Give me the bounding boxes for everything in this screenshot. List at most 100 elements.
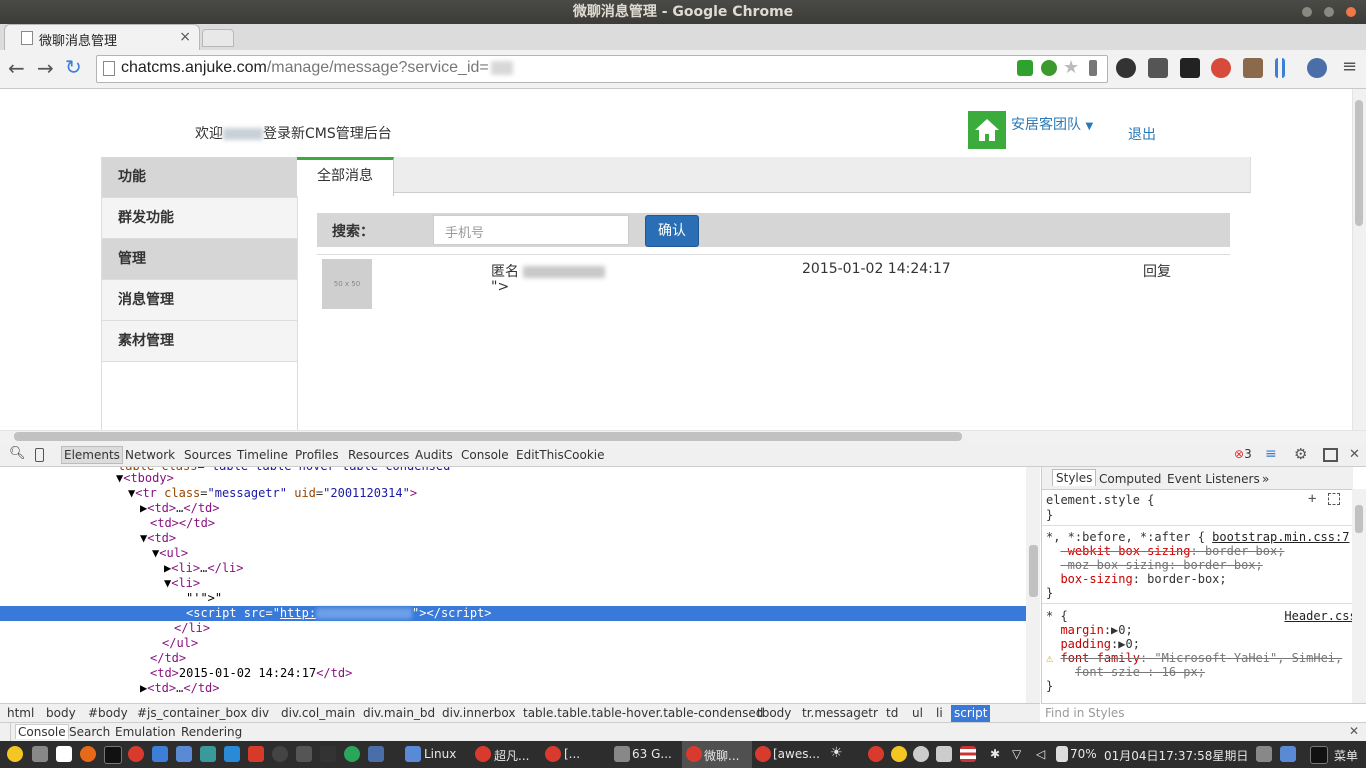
elements-tree[interactable]: table class="table table-hover table-con… (0, 467, 1026, 703)
taskbar-item-linux[interactable]: Linux (424, 747, 456, 761)
add-rule-icon[interactable]: + (1308, 491, 1316, 507)
tree-node[interactable]: ▼<tbody> (116, 471, 174, 486)
console-drawer-icon[interactable]: ≡ (1265, 446, 1277, 462)
sidebar-item-mass-send[interactable]: 群发功能 (102, 198, 297, 239)
tab-event-listeners[interactable]: Event Listeners (1167, 472, 1260, 486)
user-tray-icon[interactable] (913, 746, 929, 762)
tree-node[interactable]: ▼<li> (164, 576, 200, 591)
style-rule[interactable]: *, *:before, *:after { bootstrap.min.css… (1046, 530, 1349, 544)
extension-icon[interactable] (1243, 58, 1263, 78)
menu-button[interactable]: 菜单 (1334, 747, 1358, 764)
app-icon[interactable] (368, 746, 384, 762)
logout-link[interactable]: 退出 (1128, 124, 1156, 144)
volume-icon[interactable]: ◁ (1036, 747, 1045, 761)
tab-timeline[interactable]: Timeline (237, 448, 288, 462)
breadcrumb-item[interactable]: div (251, 706, 269, 720)
bookmark-star-icon[interactable]: ★ (1063, 57, 1079, 78)
extension-icon[interactable] (1148, 58, 1168, 78)
close-window-button[interactable] (1346, 7, 1356, 17)
taskbar-item-active[interactable]: 微聊... (704, 747, 739, 764)
breadcrumb-item[interactable]: div.col_main (281, 706, 355, 720)
sidebar-item-messages[interactable]: 消息管理 (102, 280, 297, 321)
drawer-tab-rendering[interactable]: Rendering (181, 725, 242, 739)
menu-icon[interactable]: ≡ (1342, 56, 1357, 77)
drawer-tab-console[interactable]: Console (15, 724, 69, 739)
us-flag-icon[interactable] (960, 746, 976, 762)
chrome-tray-icon[interactable] (868, 746, 884, 762)
tab-editthiscookie[interactable]: EditThisCookie (516, 448, 605, 462)
tree-node[interactable]: ▼<ul> (152, 546, 188, 561)
tree-node[interactable]: <td></td> (150, 516, 215, 531)
drawer-tab-emulation[interactable]: Emulation (115, 725, 176, 739)
tab-resources[interactable]: Resources (348, 448, 409, 462)
battery-icon[interactable] (1056, 746, 1068, 762)
settings-gear-icon[interactable]: ⚙ (1294, 445, 1307, 463)
taskbar-item-app[interactable]: 63 G... (632, 747, 672, 761)
folder-icon[interactable] (176, 746, 192, 762)
breadcrumb-item-selected[interactable]: script (951, 705, 991, 722)
app-icon[interactable] (200, 746, 216, 762)
app-icon[interactable] (320, 746, 336, 762)
breadcrumb-item[interactable]: #js_container_box (137, 706, 247, 720)
find-in-styles-input[interactable]: Find in Styles (1041, 703, 1366, 723)
breadcrumb-item[interactable]: li (936, 706, 943, 720)
chrome-icon[interactable] (128, 746, 144, 762)
grammar-extension-icon[interactable] (1041, 60, 1057, 76)
tree-node[interactable]: <td>2015-01-02 14:24:17</td> (150, 666, 352, 681)
tab-network[interactable]: Network (125, 448, 175, 462)
wifi-icon[interactable]: ▽ (1012, 747, 1021, 761)
app-icon[interactable] (224, 746, 240, 762)
breadcrumb-item[interactable]: td (886, 706, 898, 720)
app-icon[interactable] (296, 746, 312, 762)
app-icon[interactable] (344, 746, 360, 762)
breadcrumb-item[interactable]: #body (88, 706, 128, 720)
breadcrumb-item[interactable]: div.main_bd (363, 706, 435, 720)
start-menu-icon[interactable] (7, 746, 23, 762)
tree-node[interactable]: ▶<td>…</td> (140, 501, 220, 516)
home-icon[interactable] (968, 111, 1006, 149)
device-mode-icon[interactable] (35, 448, 44, 462)
tab-elements[interactable]: Elements (61, 446, 123, 464)
brightness-icon[interactable]: ☀ (830, 745, 843, 761)
style-rule[interactable]: * { Header.css:1 (1046, 609, 1353, 623)
forward-icon[interactable]: → (37, 56, 54, 80)
tree-node[interactable]: </ul> (162, 636, 198, 651)
tree-node[interactable]: ▼<td> (140, 531, 176, 546)
dock-icon[interactable] (1323, 448, 1338, 462)
tab-computed[interactable]: Computed (1099, 472, 1161, 486)
drawer-tab-search[interactable]: Search (69, 725, 110, 739)
firefox-icon[interactable] (80, 746, 96, 762)
tree-node[interactable]: ▼<tr class="messagetr" uid="2001120314"> (128, 486, 417, 501)
team-dropdown[interactable]: 安居客团队 ▼ (1011, 114, 1093, 134)
breadcrumb-item[interactable]: body (46, 706, 76, 720)
error-count[interactable]: ⊗3 (1234, 447, 1252, 461)
close-drawer-icon[interactable]: ✕ (1349, 724, 1359, 738)
tree-node[interactable]: ▶<td>…</td> (140, 681, 220, 696)
tab-console[interactable]: Console (461, 448, 509, 462)
new-tab-button[interactable] (202, 29, 234, 47)
apps-grid-icon[interactable] (56, 746, 72, 762)
tab-sources[interactable]: Sources (184, 448, 231, 462)
taskbar-item-chrome-1[interactable]: 超凡... (494, 747, 529, 764)
terminal-icon[interactable] (104, 746, 122, 764)
app-icon[interactable] (248, 746, 264, 762)
page-action-icon[interactable] (1089, 60, 1097, 76)
address-bar[interactable]: chatcms.anjuke.com/manage/message?servic… (96, 55, 1108, 83)
minimize-button[interactable] (1302, 7, 1312, 17)
breadcrumb-item[interactable]: div.innerbox (442, 706, 516, 720)
bluetooth-icon[interactable]: ✱ (990, 747, 1000, 761)
show-desktop-icon[interactable] (32, 746, 48, 762)
files-icon[interactable] (152, 746, 168, 762)
breadcrumb-item[interactable]: tr.messagetr (802, 706, 878, 720)
sidebar-item-materials[interactable]: 素材管理 (102, 321, 297, 362)
qq-tray-icon[interactable] (891, 746, 907, 762)
style-rule[interactable]: element.style { (1046, 493, 1154, 507)
elements-scroll-thumb[interactable] (1029, 545, 1038, 597)
breadcrumb-item[interactable]: html (7, 706, 34, 720)
tray-icon[interactable] (1256, 746, 1272, 762)
breadcrumb-item[interactable]: ul (912, 706, 923, 720)
breadcrumb-item[interactable]: table.table.table-hover.table-condensed (523, 706, 763, 720)
tab-audits[interactable]: Audits (415, 448, 453, 462)
taskbar-item-chrome-2[interactable]: [... (564, 747, 580, 761)
terminal-tray-icon[interactable] (1310, 746, 1328, 764)
